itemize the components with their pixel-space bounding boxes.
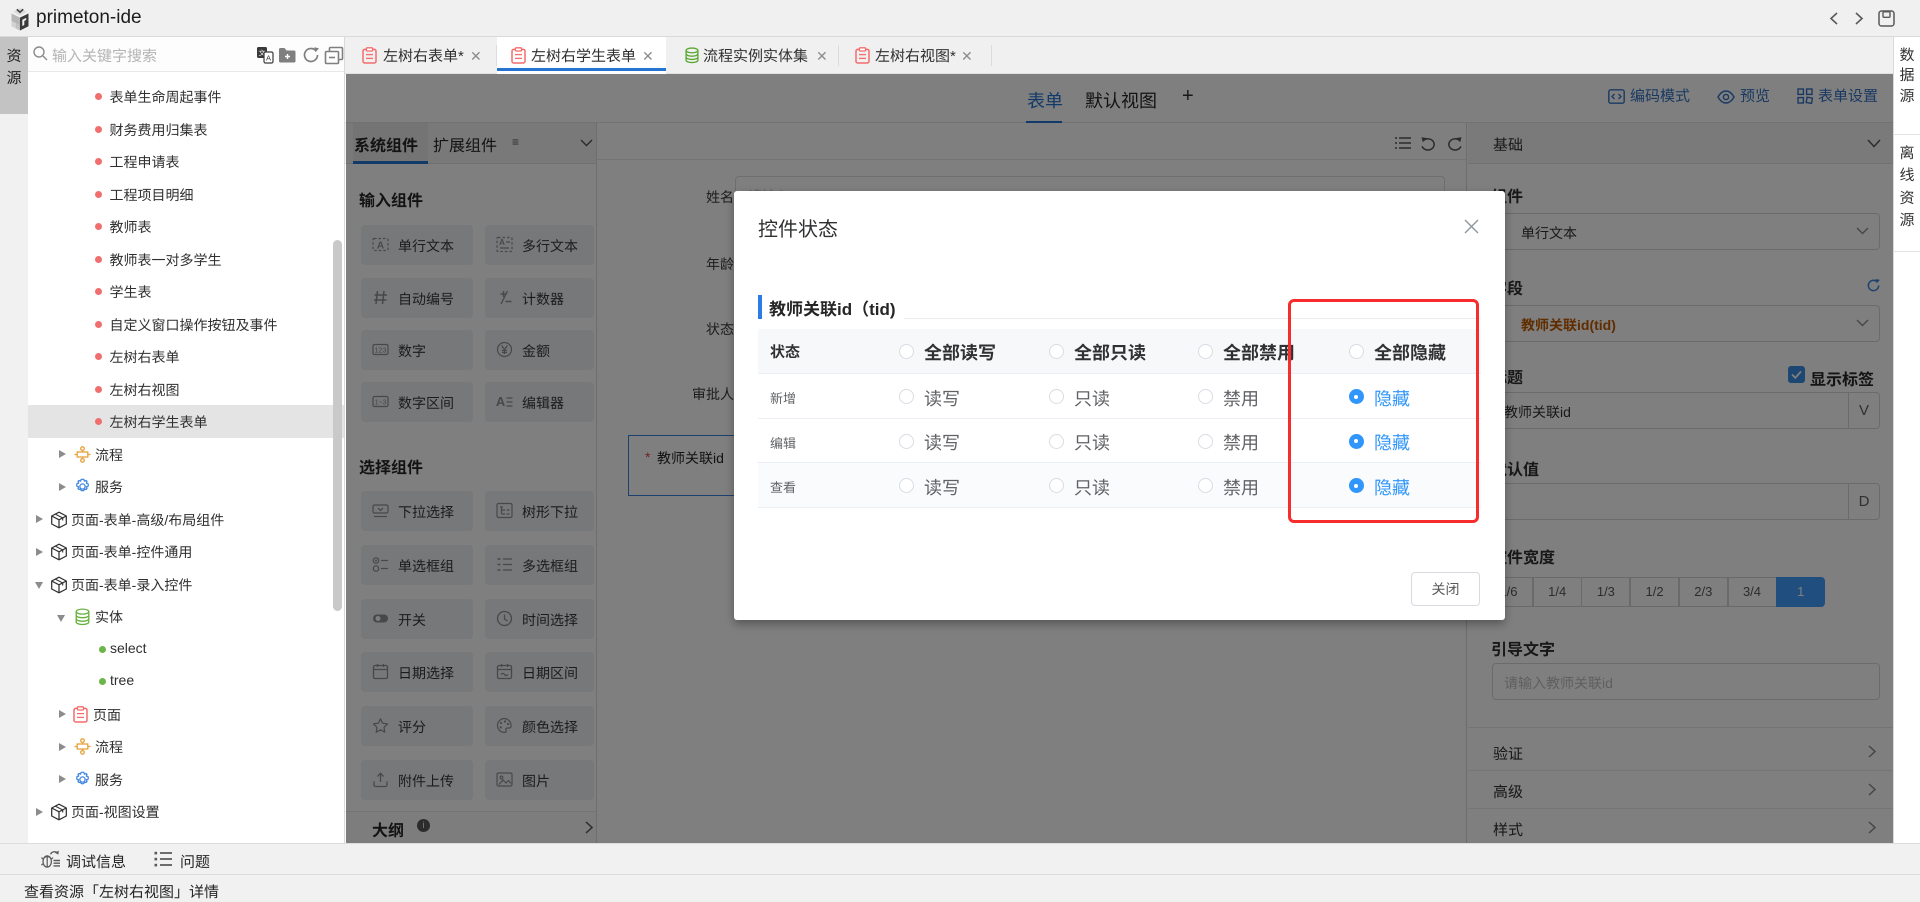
svg-text:A: A bbox=[266, 54, 271, 63]
